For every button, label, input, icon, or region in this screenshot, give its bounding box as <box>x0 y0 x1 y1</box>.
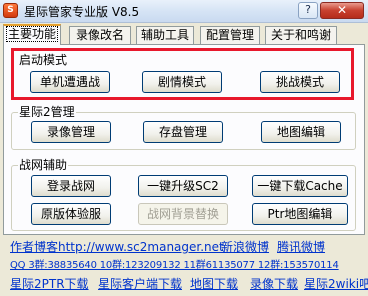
qq-groups-link[interactable]: QQ 3群:38835640 10群:123209132 11群61135077… <box>10 259 339 273</box>
ptr-map-editor-button[interactable]: Ptr地图编辑 <box>252 203 348 225</box>
replay-download-link[interactable]: 录像下载 <box>250 277 298 291</box>
map-editor-button[interactable]: 地图编辑 <box>261 121 341 143</box>
sc2-management-group: 星际2管理 录像管理 存盘管理 地图编辑 <box>11 105 356 150</box>
client-download-link[interactable]: 星际客户端下载 <box>98 277 182 291</box>
replace-background-button[interactable]: 战网背景替换 <box>138 203 228 225</box>
test-server-button[interactable]: 原版体验服 <box>31 203 111 225</box>
close-button[interactable]: ✕ <box>320 2 364 19</box>
campaign-button[interactable]: 剧情模式 <box>142 71 222 93</box>
battlenet-helper-group: 战网辅助 登录战网 一键升级SC2 一键下载Cache 原版体验服 战网背景替换… <box>11 158 356 231</box>
links-area: 作者博客http://www.sc2manager.net 新浪微博 腾讯微博 … <box>0 236 368 296</box>
download-cache-button[interactable]: 一键下载Cache <box>252 175 348 197</box>
tencent-weibo-link[interactable]: 腾讯微博 <box>277 240 325 254</box>
sina-weibo-link[interactable]: 新浪微博 <box>221 240 269 254</box>
challenge-button[interactable]: 挑战模式 <box>260 71 340 93</box>
sc2-ptr-download-link[interactable]: 星际2PTR下载 <box>10 277 89 291</box>
group-title-startup: 启动模式 <box>18 53 69 67</box>
login-battlenet-button[interactable]: 登录战网 <box>31 175 111 197</box>
upgrade-sc2-button[interactable]: 一键升级SC2 <box>138 175 228 197</box>
group-title-sc2mgmt: 星际2管理 <box>18 105 76 119</box>
skirmish-button[interactable]: 单机遭遇战 <box>30 71 110 93</box>
save-manager-button[interactable]: 存盘管理 <box>143 121 223 143</box>
startup-mode-group: 启动模式 单机遭遇战 剧情模式 挑战模式 <box>11 48 354 100</box>
sc2-wiki-link[interactable]: 星际2wiki吧 <box>304 277 368 291</box>
tab-label: 主要功能 <box>6 26 59 42</box>
tab-replay-rename[interactable]: 录像改名 <box>69 26 131 44</box>
tab-main-functions[interactable]: 主要功能 <box>3 24 61 45</box>
author-blog-link[interactable]: 作者博客http://www.sc2manager.net <box>10 240 224 254</box>
minimize-button[interactable]: ? <box>298 2 318 19</box>
main-functions-panel: 启动模式 单机遭遇战 剧情模式 挑战模式 星际2管理 录像管理 存盘管理 地图编… <box>3 44 365 235</box>
tab-about[interactable]: 关于和鸣谢 <box>265 26 337 44</box>
window-title: 星际管家专业版 V8.5 <box>24 5 140 19</box>
replay-manager-button[interactable]: 录像管理 <box>31 121 111 143</box>
title-bar[interactable]: S 星际管家专业版 V8.5 ? ✕ <box>0 0 368 23</box>
map-download-link[interactable]: 地图下载 <box>190 277 238 291</box>
group-title-battlenet: 战网辅助 <box>18 158 69 172</box>
tab-utilities[interactable]: 辅助工具 <box>136 26 194 44</box>
app-window: S 星际管家专业版 V8.5 ? ✕ 主要功能 录像改名 辅助工具 配置管理 关… <box>0 0 368 296</box>
app-logo-icon: S <box>3 3 18 18</box>
tab-config[interactable]: 配置管理 <box>200 26 260 44</box>
